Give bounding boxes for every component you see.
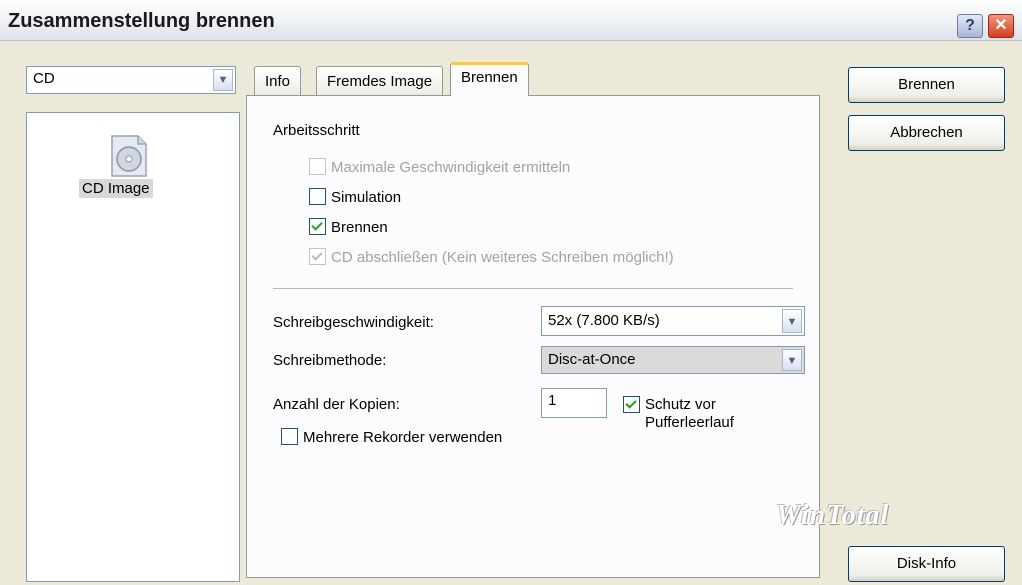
button-label: Abbrechen — [890, 124, 963, 141]
write-speed-select[interactable]: 52x (7.800 KB/s) ▼ — [541, 306, 805, 336]
checkbox-max-speed[interactable]: Maximale Geschwindigkeit ermitteln — [309, 158, 570, 176]
checkbox-box[interactable] — [281, 428, 298, 445]
help-icon: ? — [965, 17, 975, 34]
button-label: Brennen — [898, 76, 955, 93]
cancel-button[interactable]: Abbrechen — [848, 115, 1005, 151]
checkbox-multiple-recorders[interactable]: Mehrere Rekorder verwenden — [281, 428, 502, 446]
media-type-select[interactable]: CD ▼ — [26, 66, 236, 94]
checkbox-burn[interactable]: Brennen — [309, 218, 388, 236]
tab-label: Brennen — [461, 69, 518, 86]
write-method-value: Disc-at-Once — [548, 351, 636, 368]
checkbox-box[interactable] — [309, 158, 326, 175]
list-item[interactable]: CD Image — [79, 179, 153, 198]
burn-tab-panel: Arbeitsschritt Maximale Geschwindigkeit … — [246, 95, 820, 578]
checkbox-label: Maximale Geschwindigkeit ermitteln — [331, 159, 571, 176]
checkbox-label: Brennen — [331, 219, 388, 236]
section-label-arbeitsschritt: Arbeitsschritt — [273, 122, 360, 139]
cd-image-icon — [111, 135, 147, 177]
checkbox-finalize-cd[interactable]: CD abschließen (Kein weiteres Schreiben … — [309, 248, 674, 266]
media-type-value: CD — [33, 70, 55, 87]
watermark-logo: WinTotal — [776, 500, 890, 531]
write-method-select[interactable]: Disc-at-Once ▼ — [541, 346, 805, 374]
copies-value: 1 — [548, 392, 557, 409]
checkbox-label: CD abschließen (Kein weiteres Schreiben … — [331, 249, 674, 266]
title-bar: Zusammenstellung brennen ? ✕ — [0, 0, 1022, 41]
copies-label: Anzahl der Kopien: — [273, 396, 400, 413]
checkbox-box[interactable] — [623, 396, 640, 413]
tab-brennen[interactable]: Brennen — [450, 62, 529, 96]
burn-button[interactable]: Brennen — [848, 67, 1005, 103]
compilation-list[interactable]: CD Image — [26, 112, 240, 582]
divider — [273, 288, 793, 289]
checkbox-box[interactable] — [309, 218, 326, 235]
tab-info[interactable]: Info — [254, 66, 302, 95]
tab-label: Fremdes Image — [327, 73, 433, 90]
write-speed-value: 52x (7.800 KB/s) — [548, 312, 660, 329]
button-label: Disk-Info — [896, 555, 957, 572]
checkbox-box[interactable] — [309, 248, 326, 265]
checkbox-label: Simulation — [331, 189, 402, 206]
checkbox-label: Mehrere Rekorder verwenden — [303, 429, 503, 446]
tab-fremdes-image[interactable]: Fremdes Image — [316, 66, 444, 95]
write-method-label: Schreibmethode: — [273, 352, 387, 369]
checkbox-buffer-protection[interactable] — [623, 396, 645, 414]
window-title: Zusammenstellung brennen — [8, 10, 275, 32]
tab-label: Info — [265, 73, 291, 90]
checkbox-box[interactable] — [309, 188, 326, 205]
chevron-down-icon[interactable]: ▼ — [213, 69, 233, 91]
chevron-down-icon[interactable]: ▼ — [782, 309, 802, 333]
buffer-protection-label-2: Pufferleerlauf — [645, 414, 734, 431]
buffer-protection-label-1: Schutz vor — [645, 396, 716, 413]
close-icon: ✕ — [994, 17, 1008, 34]
copies-input[interactable]: 1 — [541, 388, 607, 418]
help-button[interactable]: ? — [957, 14, 983, 38]
chevron-down-icon[interactable]: ▼ — [782, 349, 802, 371]
disk-info-button[interactable]: Disk-Info — [848, 546, 1005, 582]
checkbox-simulation[interactable]: Simulation — [309, 188, 401, 206]
close-button[interactable]: ✕ — [988, 14, 1014, 38]
write-speed-label: Schreibgeschwindigkeit: — [273, 314, 434, 331]
